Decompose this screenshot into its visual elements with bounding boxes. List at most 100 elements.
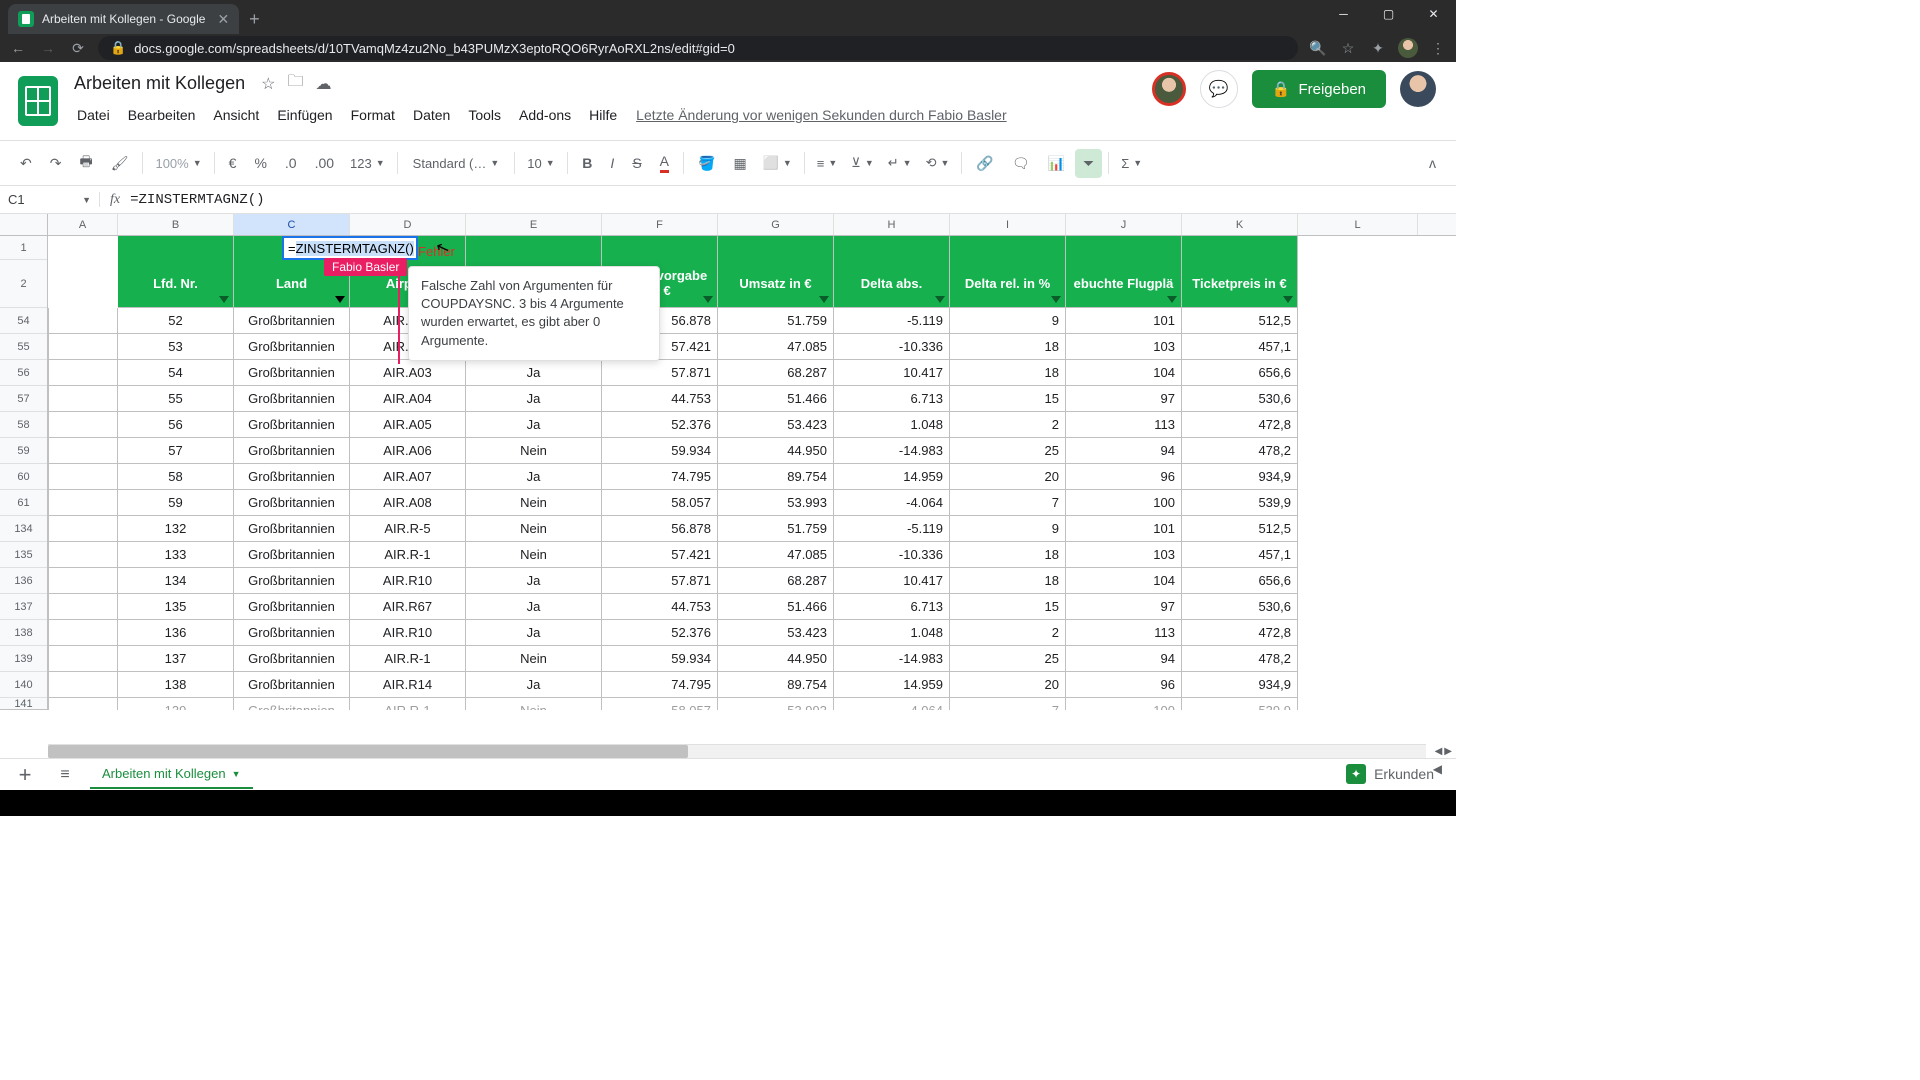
cell-editor[interactable]: =ZINSTERMTAGNZ() bbox=[282, 236, 418, 260]
cell[interactable]: 59.934 bbox=[602, 438, 718, 464]
row-header[interactable]: 1 bbox=[0, 236, 47, 260]
strike-button[interactable]: S bbox=[624, 149, 649, 177]
cell[interactable]: 54 bbox=[118, 360, 234, 386]
bookmark-icon[interactable]: ☆ bbox=[1338, 40, 1358, 57]
cell[interactable]: 478,2 bbox=[1182, 646, 1298, 672]
table-header-delta-abs[interactable]: Delta abs. bbox=[834, 260, 950, 308]
halign-dropdown[interactable]: ≡▼ bbox=[811, 152, 844, 175]
reload-button[interactable]: ⟳ bbox=[68, 40, 88, 57]
browser-tab[interactable]: Arbeiten mit Kollegen - Google ✕ bbox=[8, 4, 239, 34]
comments-button[interactable]: 💬 bbox=[1200, 70, 1238, 108]
cell[interactable]: 51.759 bbox=[718, 516, 834, 542]
cell[interactable]: 6.713 bbox=[834, 386, 950, 412]
cell[interactable]: 100 bbox=[1066, 490, 1182, 516]
filter-button[interactable]: ⏷ bbox=[1075, 149, 1102, 178]
font-size-dropdown[interactable]: 10▼ bbox=[521, 152, 561, 175]
cell[interactable]: 472,8 bbox=[1182, 412, 1298, 438]
add-sheet-button[interactable]: + bbox=[10, 762, 40, 788]
cell[interactable]: 138 bbox=[118, 672, 234, 698]
increase-decimal-button[interactable]: .00 bbox=[307, 149, 342, 177]
chevron-down-icon[interactable]: ▼ bbox=[232, 769, 241, 779]
cell[interactable]: Großbritannien bbox=[234, 620, 350, 646]
cell[interactable]: 52 bbox=[118, 308, 234, 334]
cell[interactable]: 68.287 bbox=[718, 360, 834, 386]
valign-dropdown[interactable]: ⊻▼ bbox=[845, 151, 879, 175]
filter-icon[interactable] bbox=[1051, 296, 1061, 303]
cell[interactable]: 53.423 bbox=[718, 620, 834, 646]
filter-icon[interactable] bbox=[819, 296, 829, 303]
cell[interactable]: 59.934 bbox=[602, 646, 718, 672]
cell[interactable]: 1.048 bbox=[834, 412, 950, 438]
cell[interactable]: 74.795 bbox=[602, 672, 718, 698]
cell[interactable]: Großbritannien bbox=[234, 360, 350, 386]
cell[interactable]: 512,5 bbox=[1182, 308, 1298, 334]
cell[interactable]: 132 bbox=[118, 516, 234, 542]
cell[interactable]: 7 bbox=[950, 490, 1066, 516]
cell[interactable]: 94 bbox=[1066, 646, 1182, 672]
cell[interactable]: 56.878 bbox=[602, 516, 718, 542]
undo-button[interactable]: ↶ bbox=[12, 149, 40, 178]
cell[interactable]: Großbritannien bbox=[234, 386, 350, 412]
zoom-dropdown[interactable]: 100%▼ bbox=[149, 152, 207, 175]
cell[interactable]: 101 bbox=[1066, 516, 1182, 542]
row-header[interactable]: 134 bbox=[0, 516, 47, 542]
cell[interactable]: 18 bbox=[950, 360, 1066, 386]
row-header[interactable]: 141 bbox=[0, 698, 47, 710]
table-header-lfdnr[interactable]: Lfd. Nr. bbox=[118, 260, 234, 308]
cell[interactable]: 25 bbox=[950, 646, 1066, 672]
table-header-flugplaetze[interactable]: ebuchte Flugplä bbox=[1066, 260, 1182, 308]
cell[interactable]: 10.417 bbox=[834, 360, 950, 386]
cell[interactable]: 57.871 bbox=[602, 568, 718, 594]
row-header[interactable]: 58 bbox=[0, 412, 47, 438]
cell[interactable]: -10.336 bbox=[834, 334, 950, 360]
cell[interactable]: Großbritannien bbox=[234, 646, 350, 672]
cell[interactable]: Großbritannien bbox=[234, 542, 350, 568]
row-header[interactable]: 59 bbox=[0, 438, 47, 464]
percent-button[interactable]: % bbox=[246, 149, 274, 177]
cell[interactable]: 472,8 bbox=[1182, 620, 1298, 646]
side-panel-toggle[interactable]: ◀ bbox=[1425, 754, 1450, 784]
cloud-status-icon[interactable]: ☁ bbox=[315, 74, 331, 94]
filter-icon[interactable] bbox=[703, 296, 713, 303]
row-header[interactable]: 60 bbox=[0, 464, 47, 490]
window-maximize[interactable]: ▢ bbox=[1366, 0, 1411, 28]
cell[interactable]: 20 bbox=[950, 464, 1066, 490]
expand-toolbar-button[interactable]: ʌ bbox=[1421, 149, 1444, 177]
cell[interactable]: 97 bbox=[1066, 386, 1182, 412]
cell[interactable]: AIR.R-1 bbox=[350, 542, 466, 568]
cell[interactable]: 58.057 bbox=[602, 698, 718, 710]
name-box[interactable]: C1 ▼ bbox=[0, 192, 100, 207]
col-header-E[interactable]: E bbox=[466, 214, 602, 235]
cell[interactable]: 478,2 bbox=[1182, 438, 1298, 464]
cell[interactable]: Ja bbox=[466, 620, 602, 646]
col-header-C[interactable]: C bbox=[234, 214, 350, 235]
spreadsheet-grid[interactable]: A B C D E F G H I J K L 1 2 545556575859… bbox=[0, 214, 1456, 710]
table-header-umsatz[interactable]: Umsatz in € bbox=[718, 260, 834, 308]
cell[interactable]: AIR.R-1 bbox=[350, 698, 466, 710]
cell[interactable]: 97 bbox=[1066, 594, 1182, 620]
back-button[interactable]: ← bbox=[8, 40, 28, 56]
cell[interactable]: 100 bbox=[1066, 698, 1182, 710]
cell[interactable]: 104 bbox=[1066, 568, 1182, 594]
cell[interactable]: 89.754 bbox=[718, 672, 834, 698]
cell[interactable]: Nein bbox=[466, 490, 602, 516]
cell[interactable]: 25 bbox=[950, 438, 1066, 464]
cell[interactable]: 136 bbox=[118, 620, 234, 646]
col-header-J[interactable]: J bbox=[1066, 214, 1182, 235]
cell[interactable]: Großbritannien bbox=[234, 568, 350, 594]
cell[interactable]: 44.950 bbox=[718, 646, 834, 672]
document-title[interactable]: Arbeiten mit Kollegen bbox=[70, 71, 249, 96]
cell[interactable]: Großbritannien bbox=[234, 490, 350, 516]
cell[interactable]: 2 bbox=[950, 620, 1066, 646]
cell[interactable]: 539,9 bbox=[1182, 490, 1298, 516]
cell[interactable]: 59 bbox=[118, 490, 234, 516]
cell[interactable]: 44.753 bbox=[602, 594, 718, 620]
bold-button[interactable]: B bbox=[574, 149, 600, 177]
cell[interactable]: 52.376 bbox=[602, 412, 718, 438]
menu-view[interactable]: Ansicht bbox=[206, 103, 266, 127]
browser-menu-icon[interactable]: ⋮ bbox=[1428, 40, 1448, 57]
col-header-H[interactable]: H bbox=[834, 214, 950, 235]
cell[interactable]: Großbritannien bbox=[234, 672, 350, 698]
cell[interactable]: 7 bbox=[950, 698, 1066, 710]
cell[interactable]: 457,1 bbox=[1182, 542, 1298, 568]
